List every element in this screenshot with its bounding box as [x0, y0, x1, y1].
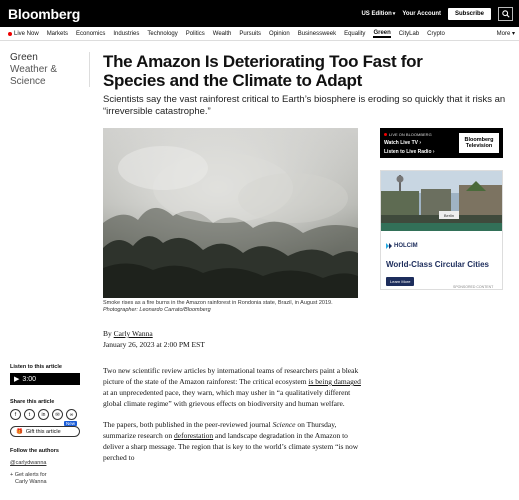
nav-businessweek[interactable]: Businessweek [298, 31, 336, 37]
section-science-line: Science [10, 76, 46, 87]
nav-more-label: More [496, 31, 511, 37]
sponsored-ad[interactable]: Berlin HOLCIM World-Class Circular Citie… [380, 170, 503, 290]
nav-crypto[interactable]: Crypto [427, 31, 445, 37]
section-nav: Live Now Markets Economics Industries Te… [0, 27, 519, 41]
inline-link[interactable]: deforestation [174, 431, 213, 440]
publish-date: January 26, 2023 at 2:00 PM EST [103, 340, 205, 349]
nav-live-label: Live Now [14, 30, 39, 37]
edition-label: US Edition [361, 10, 392, 17]
bloomberg-tv-logo[interactable]: Bloomberg Television [459, 133, 499, 153]
photo-caption: Smoke rises as a fire burns in the Amazo… [103, 300, 358, 314]
live-dot-icon [384, 133, 387, 136]
share-icons: f t in ✉ ∞ [10, 409, 77, 420]
ad-headline: World-Class Circular Cities [386, 260, 489, 269]
byline: By Carly Wanna January 26, 2023 at 2:00 … [103, 328, 205, 350]
listen-button[interactable]: ▶ 3:00 [10, 373, 80, 385]
play-icon: ▶ [14, 376, 20, 383]
nav-markets[interactable]: Markets [47, 31, 68, 37]
holcim-logo-icon [386, 243, 392, 249]
account-link[interactable]: Your Account [402, 11, 441, 17]
chevron-down-icon: ▾ [392, 10, 396, 17]
author-alert-link[interactable]: + Get alerts for Carly Wanna [10, 472, 47, 486]
ad-learn-more-button[interactable]: Learn More [386, 277, 415, 286]
watch-live-tv-link[interactable]: Watch Live TV › [384, 140, 421, 146]
smoke-forest-image [103, 128, 358, 298]
nav-politics[interactable]: Politics [186, 31, 205, 37]
live-title-text: LIVE ON BLOOMBERG [389, 132, 432, 137]
nav-live-now[interactable]: Live Now [8, 31, 39, 37]
nav-wealth[interactable]: Wealth [213, 31, 232, 37]
twitter-icon[interactable]: t [24, 409, 35, 420]
paragraph-text: The papers, both published in the peer-r… [103, 420, 273, 429]
ad-image: Berlin [381, 171, 502, 231]
listen-live-radio-link[interactable]: Listen to Live Radio › [384, 149, 435, 155]
listen-duration: 3:00 [22, 375, 37, 383]
section-green: Green [10, 52, 38, 63]
bloomberg-logo[interactable]: Bloomberg [8, 6, 80, 22]
follow-authors-label: Follow the authors [10, 448, 59, 454]
nav-economics[interactable]: Economics [76, 31, 105, 37]
paragraph-text: at an unprecedented pace, they warn, whi… [103, 388, 351, 408]
ad-brand-name: HOLCIM [394, 243, 418, 249]
chevron-down-icon: ▾ [511, 31, 515, 37]
author-handle-link[interactable]: @carlydwanna [10, 460, 46, 466]
subscribe-button[interactable]: Subscribe [447, 7, 491, 20]
gift-label: Gift this article [25, 428, 61, 435]
section-weather-line: Weather & [10, 64, 58, 75]
nav-equality[interactable]: Equality [344, 31, 365, 37]
search-icon [501, 9, 510, 18]
nav-industries[interactable]: Industries [113, 31, 139, 37]
section-breadcrumb[interactable]: Green Weather & Science [10, 52, 57, 88]
linkedin-icon[interactable]: in [38, 409, 49, 420]
alert-line: + Get alerts for [10, 472, 47, 478]
inline-link[interactable]: is being damaged [308, 377, 361, 386]
live-on-bloomberg: LIVE ON BLOOMBERG Watch Live TV › Listen… [380, 128, 503, 158]
edition-selector[interactable]: US Edition▾ [361, 11, 395, 17]
nav-citylab[interactable]: CityLab [399, 31, 419, 37]
live-dot-icon [8, 31, 12, 36]
journal-name: Science [272, 420, 296, 429]
nav-more[interactable]: More ▾ [497, 30, 515, 37]
city-street-image: Berlin [381, 171, 502, 231]
paragraph: Two new scientific review articles by in… [103, 365, 365, 409]
email-icon[interactable]: ✉ [52, 409, 63, 420]
ad-sign-text: Berlin [444, 213, 454, 218]
gift-icon: 🎁 [16, 428, 23, 435]
nav-technology[interactable]: Technology [147, 31, 177, 37]
sponsored-label: SPONSORED CONTENT [453, 285, 494, 289]
live-title: LIVE ON BLOOMBERG [384, 132, 432, 137]
photo-credit: Photographer: Leonardo Carrato/Bloomberg [103, 307, 211, 313]
listen-radio-label: Listen to Live Radio [384, 149, 432, 155]
paragraph: The papers, both published in the peer-r… [103, 419, 365, 463]
divider [89, 52, 90, 87]
nav-green[interactable]: Green [373, 30, 391, 38]
watch-tv-label: Watch Live TV [384, 140, 418, 146]
search-button[interactable] [498, 6, 513, 21]
nav-opinion[interactable]: Opinion [269, 31, 290, 37]
ad-brand: HOLCIM [386, 243, 418, 249]
facebook-icon[interactable]: f [10, 409, 21, 420]
byline-line: By Carly Wanna [103, 328, 205, 339]
link-icon[interactable]: ∞ [66, 409, 77, 420]
caption-text: Smoke rises as a fire burns in the Amazo… [103, 300, 333, 306]
share-label: Share this article [10, 399, 55, 405]
article-dek: Scientists say the vast rainforest criti… [103, 94, 506, 117]
gift-article-button[interactable]: 🎁 Gift this article [10, 426, 80, 437]
article-headline: The Amazon Is Deteriorating Too Fast for… [103, 52, 423, 90]
byline-prefix: By [103, 329, 112, 338]
lead-photo [103, 128, 358, 298]
top-bar: Bloomberg US Edition▾ Your Account Subsc… [0, 0, 519, 27]
topbar-actions: US Edition▾ Your Account Subscribe [361, 6, 513, 21]
alert-line: Carly Wanna [15, 479, 47, 485]
author-link[interactable]: Carly Wanna [114, 329, 153, 338]
nav-pursuits[interactable]: Pursuits [239, 31, 261, 37]
article-body: Two new scientific review articles by in… [103, 365, 365, 473]
listen-label: Listen to this article [10, 364, 62, 370]
